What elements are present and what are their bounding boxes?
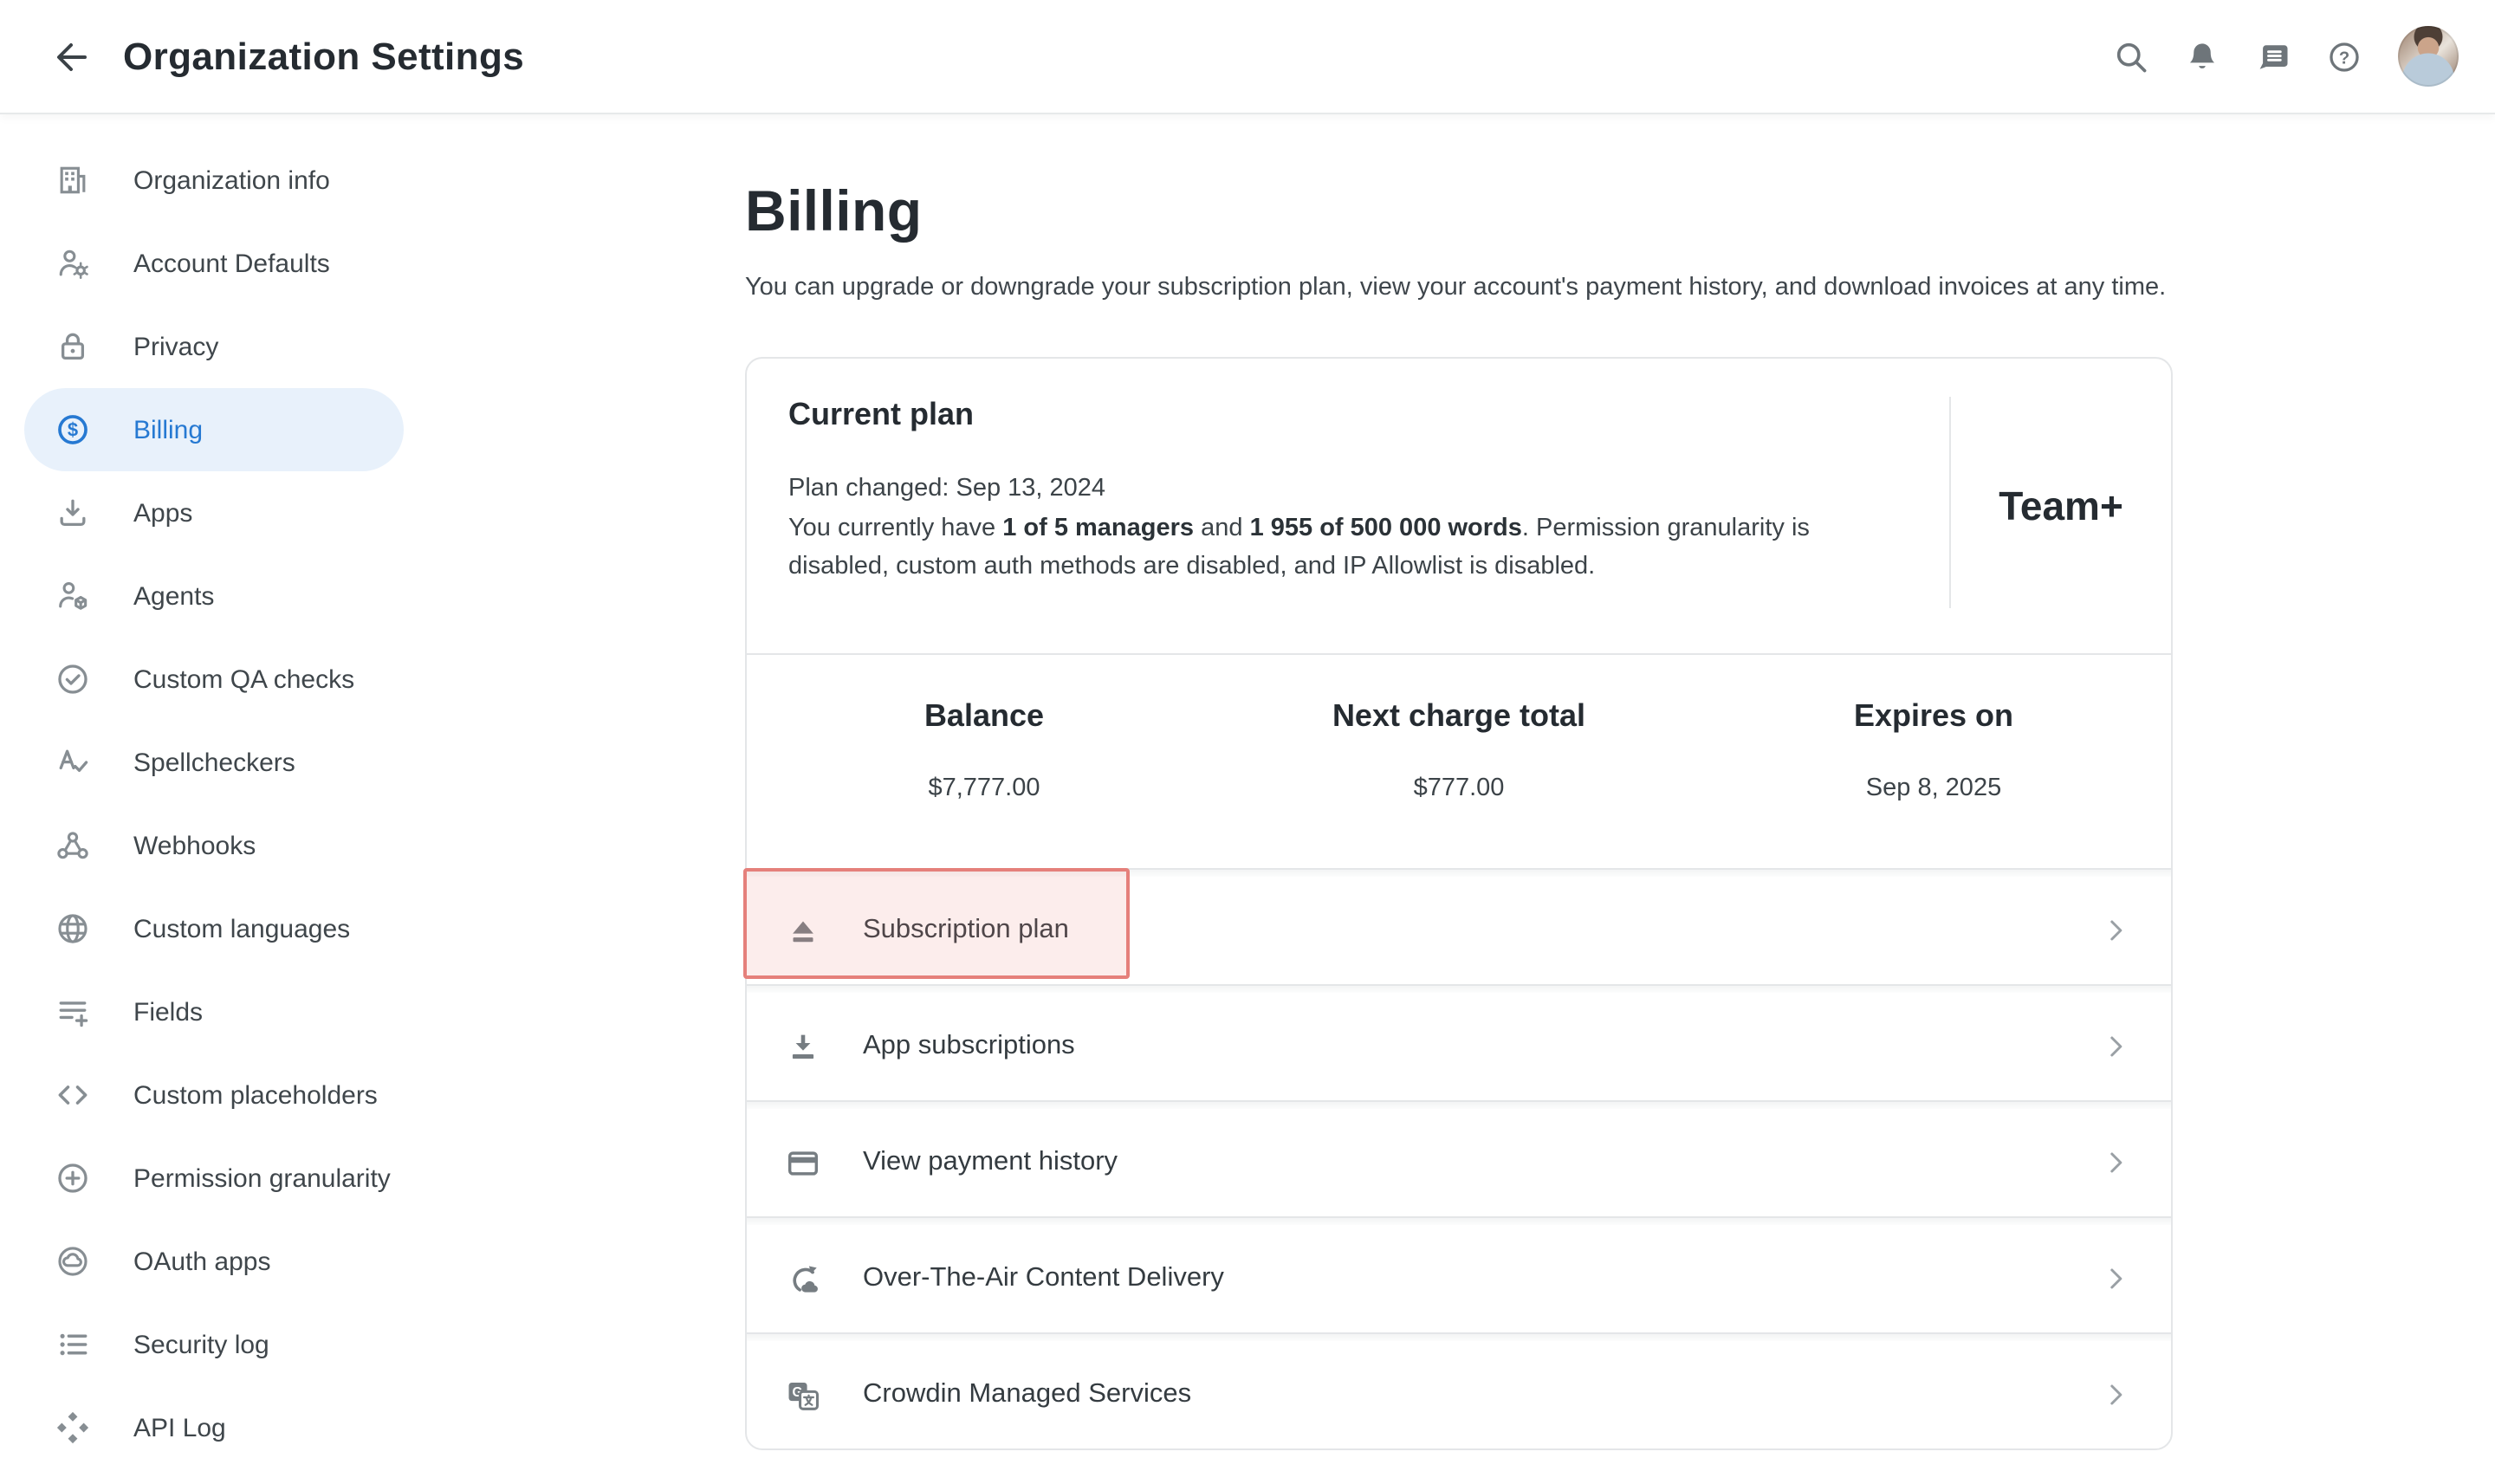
diamonds-icon [54,1409,92,1447]
sidebar-item-oauth-apps[interactable]: OAuth apps [24,1220,404,1303]
sidebar-item-permission-granularity[interactable]: Permission granularity [24,1137,404,1220]
row-divider [747,984,2171,993]
stat-balance: Balance $7,777.00 [747,698,1222,868]
user-gear-icon [54,244,92,282]
sidebar-item-fields[interactable]: Fields [24,970,404,1053]
row-divider [747,868,2171,877]
back-button[interactable] [50,34,95,79]
messages-icon[interactable] [2254,37,2292,75]
row-divider [747,1216,2171,1225]
eject-icon [781,910,823,951]
managers-usage: 1 of 5 managers [1002,515,1194,542]
sidebar-item-custom-placeholders[interactable]: Custom placeholders [24,1053,404,1137]
fields-icon [54,993,92,1031]
sidebar-item-label: OAuth apps [133,1247,270,1276]
sidebar-item-label: Webhooks [133,831,256,860]
sidebar-item-account-defaults[interactable]: Account Defaults [24,222,404,305]
sidebar-item-privacy[interactable]: Privacy [24,305,404,388]
sidebar-item-organization-info[interactable]: Organization info [24,139,404,222]
user-cube-icon [54,577,92,615]
code-brackets-icon [54,1076,92,1114]
chevron-right-icon [2098,1261,2133,1296]
building-icon [54,161,92,199]
back-arrow-icon [52,36,94,77]
sidebar-item-label: Account Defaults [133,249,330,278]
plan-name-badge: Team+ [1999,483,2123,529]
svg-text:$: $ [68,419,78,441]
credit-card-icon [781,1142,823,1183]
sidebar-item-label: Spellcheckers [133,748,295,777]
search-icon[interactable] [2112,37,2150,75]
ota-content-delivery-row[interactable]: Over-The-Air Content Delivery [747,1225,2171,1332]
dollar-circle-icon: $ [54,411,92,449]
subscription-plan-row[interactable]: Subscription plan [747,877,2171,984]
current-plan-title: Current plan [788,397,1915,433]
chevron-right-icon [2098,1145,2133,1180]
stat-expires-on: Expires on Sep 8, 2025 [1696,698,2171,868]
sidebar-item-label: Privacy [133,332,218,361]
sidebar-item-label: Security log [133,1330,269,1359]
plus-circle-icon [54,1159,92,1197]
translate-icon: G [781,1374,823,1416]
plan-usage-text: You currently have 1 of 5 managers and 1… [788,509,1915,586]
stat-next-charge-total: Next charge total $777.00 [1222,698,1696,868]
billing-card: Current plan Plan changed: Sep 13, 2024 … [745,357,2173,1450]
sidebar-item-webhooks[interactable]: Webhooks [24,804,404,887]
sidebar-item-label: Agents [133,581,214,611]
download-icon [781,1026,823,1067]
row-divider [747,1100,2171,1109]
spellcheck-icon [54,743,92,781]
notifications-bell-icon[interactable] [2183,37,2221,75]
view-payment-history-row[interactable]: View payment history [747,1109,2171,1216]
sidebar-item-custom-qa-checks[interactable]: Custom QA checks [24,638,404,721]
sidebar-item-apps[interactable]: Apps [24,471,404,554]
webhook-icon [54,826,92,865]
sidebar-item-api-log[interactable]: API Log [24,1386,404,1469]
check-circle-icon [54,660,92,698]
sidebar-item-custom-languages[interactable]: Custom languages [24,887,404,970]
sidebar-item-billing[interactable]: $ Billing [24,388,404,471]
words-usage: 1 955 of 500 000 words [1250,515,1522,542]
page-title: Billing [745,178,2495,244]
organization-settings-page: Organization Settings ? Organization inf… [0,0,2495,1484]
top-bar: Organization Settings ? [0,0,2495,113]
page-header-title: Organization Settings [123,34,524,79]
sidebar-item-label: Custom QA checks [133,664,354,694]
user-avatar[interactable] [2398,26,2459,87]
crowdin-managed-services-row[interactable]: G Crowdin Managed Services [747,1341,2171,1448]
sidebar-item-label: Apps [133,498,192,528]
sidebar-item-label: Fields [133,997,203,1027]
billing-content: Billing You can upgrade or downgrade you… [745,113,2495,1484]
sidebar-item-label: Organization info [133,165,330,195]
current-plan-section: Current plan Plan changed: Sep 13, 2024 … [747,359,2171,653]
app-subscriptions-row[interactable]: App subscriptions [747,993,2171,1100]
chevron-right-icon [2098,913,2133,948]
sidebar-item-label: Custom placeholders [133,1080,378,1110]
sidebar-item-label: Custom languages [133,914,350,943]
cloud-circle-icon [54,1242,92,1280]
sidebar-item-label: Permission granularity [133,1163,391,1193]
sidebar-item-label: Billing [133,415,203,444]
globe-icon [54,910,92,948]
cloud-sync-icon [781,1258,823,1299]
plan-changed-text: Plan changed: Sep 13, 2024 [788,470,1915,508]
lock-icon [54,327,92,366]
svg-text:?: ? [2339,48,2349,67]
list-icon [54,1325,92,1364]
download-tray-icon [54,494,92,532]
sidebar-item-label: API Log [133,1413,226,1442]
row-divider [747,1332,2171,1341]
sidebar-item-agents[interactable]: Agents [24,554,404,638]
help-icon[interactable]: ? [2325,37,2363,75]
settings-sidebar: Organization info Account Defaults Priva… [0,113,520,1484]
sidebar-item-security-log[interactable]: Security log [24,1303,404,1386]
chevron-right-icon [2098,1377,2133,1412]
sidebar-item-spellcheckers[interactable]: Spellcheckers [24,721,404,804]
chevron-right-icon [2098,1029,2133,1064]
billing-stats: Balance $7,777.00 Next charge total $777… [747,655,2171,868]
page-description: You can upgrade or downgrade your subscr… [745,274,2495,301]
